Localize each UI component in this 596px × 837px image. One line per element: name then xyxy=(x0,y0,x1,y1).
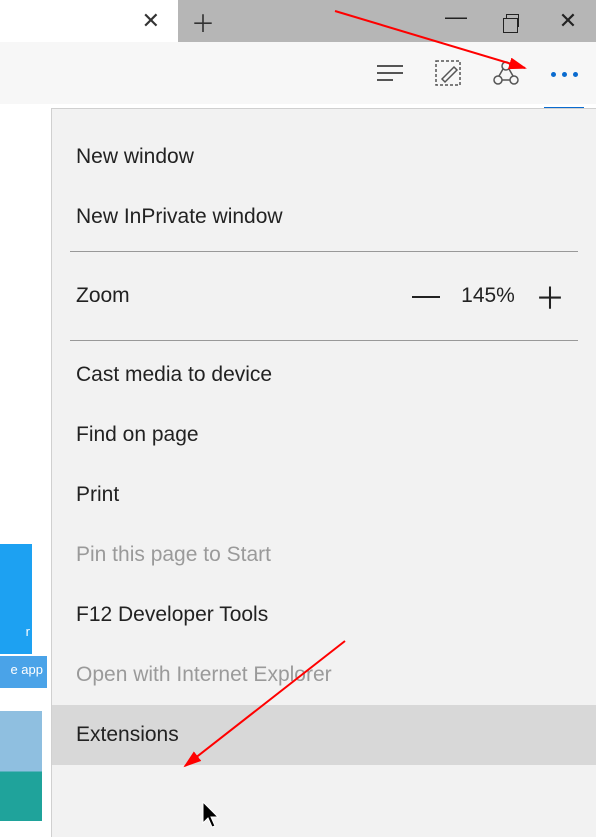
twitter-tile-fragment: r xyxy=(0,544,32,654)
menu-new-window[interactable]: New window xyxy=(70,127,578,187)
hub-icon[interactable] xyxy=(370,53,410,93)
menu-find[interactable]: Find on page xyxy=(70,405,578,465)
active-tab-area[interactable]: ✕ xyxy=(0,0,178,42)
menu-print[interactable]: Print xyxy=(70,465,578,525)
menu-cast[interactable]: Cast media to device xyxy=(70,345,578,405)
app-tile-fragment: e app xyxy=(0,656,47,688)
more-menu-button[interactable] xyxy=(544,70,584,110)
menu-extensions[interactable]: Extensions xyxy=(52,705,596,765)
menu-f12[interactable]: F12 Developer Tools xyxy=(70,585,578,645)
restore-button[interactable] xyxy=(484,11,540,32)
tab-strip: ＋ — ✕ xyxy=(178,0,596,42)
zoom-label: Zoom xyxy=(76,284,404,308)
photo-tile-fragment xyxy=(0,711,42,821)
menu-separator xyxy=(70,251,578,252)
menu-open-ie: Open with Internet Explorer xyxy=(70,645,578,705)
zoom-in-button[interactable]: ＋ xyxy=(528,274,572,318)
zoom-out-button[interactable] xyxy=(404,279,448,313)
toolbar xyxy=(0,42,596,104)
window-controls: — ✕ xyxy=(428,8,596,34)
zoom-value: 145% xyxy=(448,284,528,308)
more-menu: New window New InPrivate window Zoom 145… xyxy=(51,108,596,837)
menu-pin: Pin this page to Start xyxy=(70,525,578,585)
menu-separator xyxy=(70,340,578,341)
share-icon[interactable] xyxy=(486,53,526,93)
close-tab-icon[interactable]: ✕ xyxy=(142,10,160,32)
window-close-button[interactable]: ✕ xyxy=(540,8,596,34)
menu-zoom-row: Zoom 145% ＋ xyxy=(70,256,578,336)
menu-new-inprivate[interactable]: New InPrivate window xyxy=(70,187,578,247)
minimize-button[interactable]: — xyxy=(428,4,484,30)
page-content-sliver: r e app xyxy=(0,104,51,837)
new-tab-button[interactable]: ＋ xyxy=(178,4,228,39)
webnote-icon[interactable] xyxy=(428,53,468,93)
titlebar: ✕ ＋ — ✕ xyxy=(0,0,596,42)
